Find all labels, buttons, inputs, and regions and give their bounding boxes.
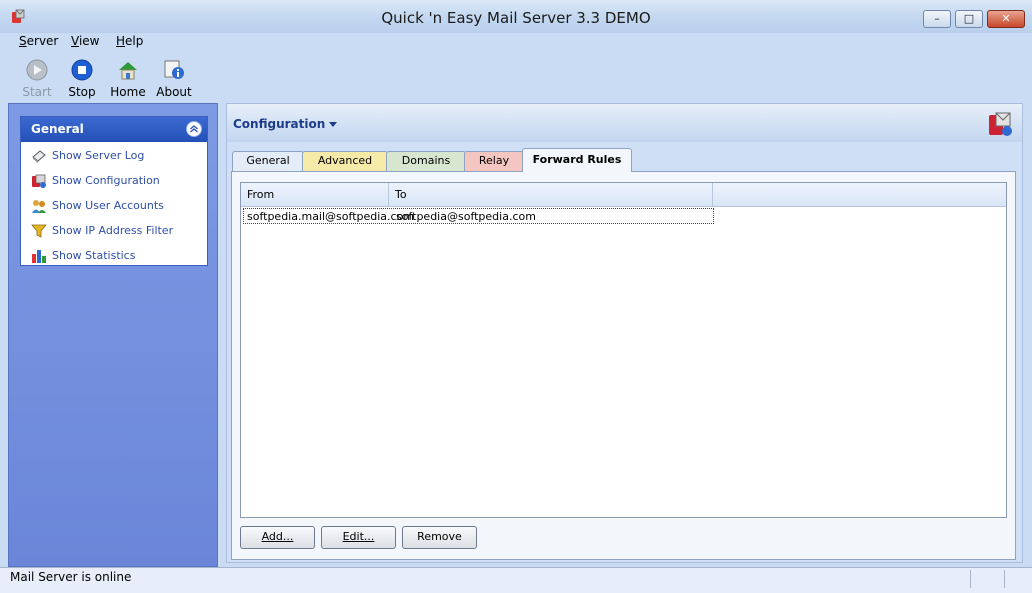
start-button[interactable]: Start	[15, 57, 59, 99]
title-bar: Quick 'n Easy Mail Server 3.3 DEMO – □ ✕	[0, 0, 1032, 33]
sidebar-item-label: Show Statistics	[52, 249, 136, 262]
start-label: Start	[22, 85, 52, 99]
home-icon	[119, 62, 137, 80]
minimize-button[interactable]: –	[923, 10, 951, 28]
group-title: General	[31, 122, 84, 136]
general-group-header[interactable]: General	[21, 117, 207, 142]
log-icon	[32, 150, 46, 163]
configuration-icon	[32, 174, 46, 188]
stop-label: Stop	[68, 85, 96, 99]
toolbar: Start Stop Home About	[0, 53, 1032, 103]
page-title[interactable]: Configuration	[233, 117, 338, 131]
row-from: softpedia.mail@softpedia.com	[247, 210, 415, 223]
menu-server[interactable]: Server	[19, 34, 58, 48]
home-button[interactable]: Home	[106, 57, 150, 99]
main-header: Configuration	[227, 104, 1022, 142]
tab-relay[interactable]: Relay	[464, 151, 524, 172]
configuration-icon	[989, 112, 1012, 136]
tab-advanced[interactable]: Advanced	[302, 151, 388, 172]
collapse-chevron-icon[interactable]	[186, 121, 202, 137]
sidebar-item-label: Show Server Log	[52, 149, 145, 162]
status-separator	[970, 570, 971, 588]
about-label: About	[156, 85, 192, 99]
forward-rules-panel: From To softpedia.mail@softpedia.com sof…	[231, 171, 1016, 560]
edit-button[interactable]: Edit...	[321, 526, 396, 549]
add-button[interactable]: Add...	[240, 526, 315, 549]
play-icon	[26, 59, 48, 81]
forward-rules-list[interactable]: From To softpedia.mail@softpedia.com sof…	[240, 182, 1007, 518]
row-to: softpedia@softpedia.com	[396, 210, 536, 223]
tab-general[interactable]: General	[232, 151, 304, 172]
statistics-icon	[32, 250, 46, 263]
users-icon	[32, 200, 46, 213]
sidebar-item-label: Show User Accounts	[52, 199, 164, 212]
main-pane: Configuration General Advanced Domains R…	[226, 103, 1023, 563]
stop-icon	[71, 59, 93, 81]
maximize-button[interactable]: □	[955, 10, 983, 28]
menu-view[interactable]: View	[71, 34, 99, 48]
about-button[interactable]: About	[152, 57, 196, 99]
tab-strip: General Advanced Domains Relay Forward R…	[227, 148, 1022, 172]
column-header-from[interactable]: From	[241, 183, 389, 206]
menu-bar: Server View Help	[0, 33, 1032, 53]
sidebar-item-label: Show Configuration	[52, 174, 160, 187]
window-title: Quick 'n Easy Mail Server 3.3 DEMO	[381, 9, 651, 27]
table-row[interactable]: softpedia.mail@softpedia.com softpedia@s…	[243, 208, 714, 224]
filter-icon	[31, 224, 47, 238]
status-separator	[1004, 570, 1005, 588]
status-text: Mail Server is online	[10, 570, 132, 584]
sidebar-item-label: Show IP Address Filter	[52, 224, 174, 237]
status-bar: Mail Server is online	[0, 567, 1032, 593]
tab-forward-rules[interactable]: Forward Rules	[522, 148, 632, 172]
caret-down-icon	[329, 122, 338, 127]
home-label: Home	[110, 85, 146, 99]
info-icon	[164, 60, 184, 79]
remove-button[interactable]: Remove	[402, 526, 477, 549]
general-group: General Show Server Log Show Configurati…	[20, 116, 208, 266]
tab-domains[interactable]: Domains	[386, 151, 466, 172]
stop-button[interactable]: Stop	[60, 57, 104, 99]
list-header: From To	[241, 183, 1006, 207]
close-button[interactable]: ✕	[987, 10, 1025, 28]
task-pane: General Show Server Log Show Configurati…	[8, 103, 218, 567]
menu-help[interactable]: Help	[116, 34, 143, 48]
column-header-to[interactable]: To	[389, 183, 713, 206]
